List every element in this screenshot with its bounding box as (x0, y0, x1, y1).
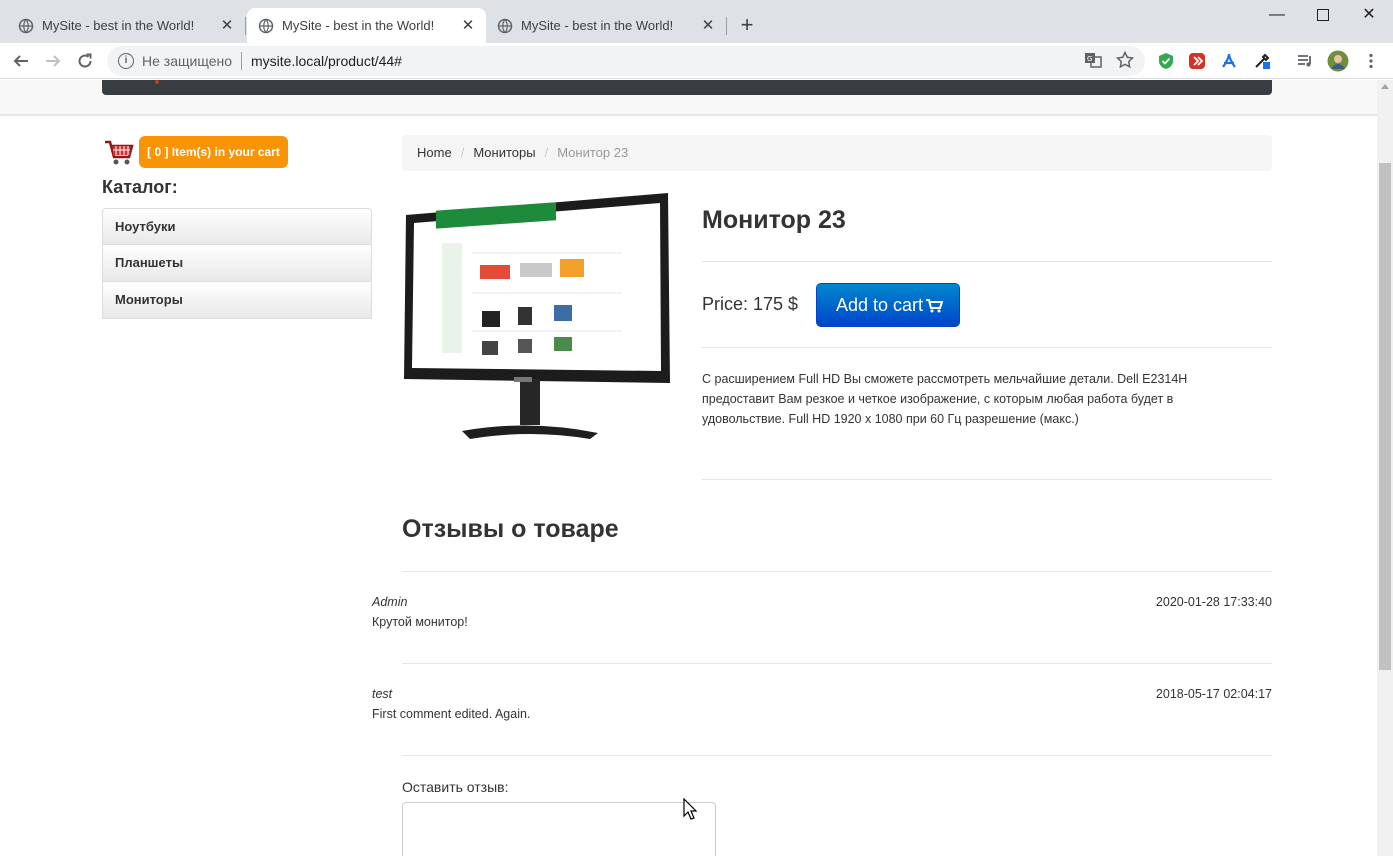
minimize-icon[interactable]: — (1266, 4, 1288, 26)
product-title: Монитор 23 (702, 206, 846, 234)
tab-3[interactable]: MySite - best in the World! ✕ (486, 8, 726, 43)
review-textarea[interactable] (402, 802, 716, 856)
back-icon[interactable] (9, 49, 33, 73)
eyedropper-icon[interactable] (1253, 52, 1271, 70)
omnibox-divider (241, 52, 242, 70)
cart-items-button[interactable]: [ 0 ] Item(s) in your cart (139, 136, 288, 168)
catalog-title: Каталог: (102, 177, 178, 197)
tab-divider (726, 17, 727, 35)
globe-icon (258, 18, 274, 33)
breadcrumb-current: Монитор 23 (557, 145, 629, 160)
add-to-cart-label: Add to cart (836, 295, 924, 315)
forward-icon[interactable] (41, 49, 65, 73)
scroll-up-icon[interactable] (1381, 84, 1389, 89)
close-tab-icon[interactable]: ✕ (700, 17, 716, 34)
avatar[interactable] (1327, 50, 1349, 72)
catalog-item-tablets[interactable]: Планшеты (102, 245, 372, 282)
maximize-icon[interactable] (1312, 4, 1334, 26)
plus-icon[interactable]: + (736, 14, 758, 37)
catalog-menu: Ноутбуки Планшеты Мониторы (102, 208, 372, 319)
product-price: Price: 175 $ (702, 294, 799, 314)
breadcrumb-home[interactable]: Home (417, 135, 452, 171)
cart-icon (926, 299, 943, 313)
reload-icon[interactable] (73, 49, 97, 73)
close-tab-icon[interactable]: ✕ (460, 17, 476, 34)
leave-review-label: Оставить отзыв: (402, 779, 509, 795)
tab-1[interactable]: MySite - best in the World! ✕ (0, 8, 245, 43)
review-text: Крутой монитор! (372, 615, 468, 629)
product-description: С расширением Full HD Вы сможете рассмот… (702, 372, 1188, 426)
review-date: 2018-05-17 02:04:17 (1155, 687, 1272, 701)
close-icon[interactable]: ✕ (1358, 4, 1380, 26)
close-tab-icon[interactable]: ✕ (219, 17, 235, 34)
divider (402, 571, 1272, 572)
reviews-title: Отзывы о товаре (402, 515, 619, 543)
product-image (404, 193, 670, 439)
page-scrollbar[interactable] (1377, 80, 1393, 856)
breadcrumb: Home / Мониторы / Монитор 23 (402, 135, 1272, 171)
acrobat-icon[interactable] (1220, 52, 1238, 70)
globe-icon (18, 18, 34, 33)
top-navbar (102, 80, 1272, 95)
extension-icon[interactable] (1188, 52, 1206, 70)
catalog-item-notebooks[interactable]: Ноутбуки (102, 208, 372, 245)
navbar-marker (155, 80, 159, 84)
breadcrumb-category[interactable]: Мониторы (473, 135, 535, 171)
breadcrumb-separator: / (460, 145, 465, 160)
media-icon[interactable] (1296, 52, 1314, 70)
review-author: Admin (372, 595, 408, 609)
url-text[interactable]: mysite.local/product/44# (251, 53, 402, 69)
address-bar[interactable]: i Не защищено mysite.local/product/44# (107, 46, 1145, 76)
tab-divider (245, 17, 246, 35)
shopping-cart-icon (105, 140, 134, 165)
catalog-item-monitors[interactable]: Мониторы (102, 282, 372, 319)
security-label[interactable]: Не защищено (142, 53, 232, 69)
divider (702, 479, 1272, 480)
tab-2[interactable]: MySite - best in the World! ✕ (247, 8, 486, 43)
menu-icon[interactable] (1362, 52, 1380, 70)
svg-text:G: G (1087, 55, 1092, 63)
breadcrumb-separator: / (544, 145, 549, 160)
scrollbar-thumb[interactable] (1379, 163, 1391, 670)
tab-title: MySite - best in the World! (282, 18, 435, 33)
translate-icon[interactable]: G (1084, 51, 1102, 69)
divider (402, 663, 1272, 664)
shield-icon[interactable] (1157, 52, 1175, 70)
star-icon[interactable] (1116, 51, 1134, 69)
review-text: First comment edited. Again. (372, 707, 531, 721)
divider (402, 755, 1272, 756)
globe-icon (497, 18, 513, 33)
review-author: test (372, 687, 393, 701)
review-date: 2020-01-28 17:33:40 (1155, 595, 1272, 609)
tab-strip: MySite - best in the World! ✕ MySite - b… (0, 0, 1393, 43)
info-icon[interactable]: i (118, 53, 134, 69)
tab-title: MySite - best in the World! (521, 18, 674, 33)
browser-toolbar: i Не защищено mysite.local/product/44# G (0, 43, 1393, 79)
divider (702, 261, 1272, 262)
mouse-cursor-icon (683, 798, 697, 820)
add-to-cart-button[interactable]: Add to cart (816, 283, 960, 327)
divider (702, 347, 1272, 348)
tab-title: MySite - best in the World! (42, 18, 195, 33)
page-content: [ 0 ] Item(s) in your cart Каталог: Ноут… (0, 80, 1377, 856)
